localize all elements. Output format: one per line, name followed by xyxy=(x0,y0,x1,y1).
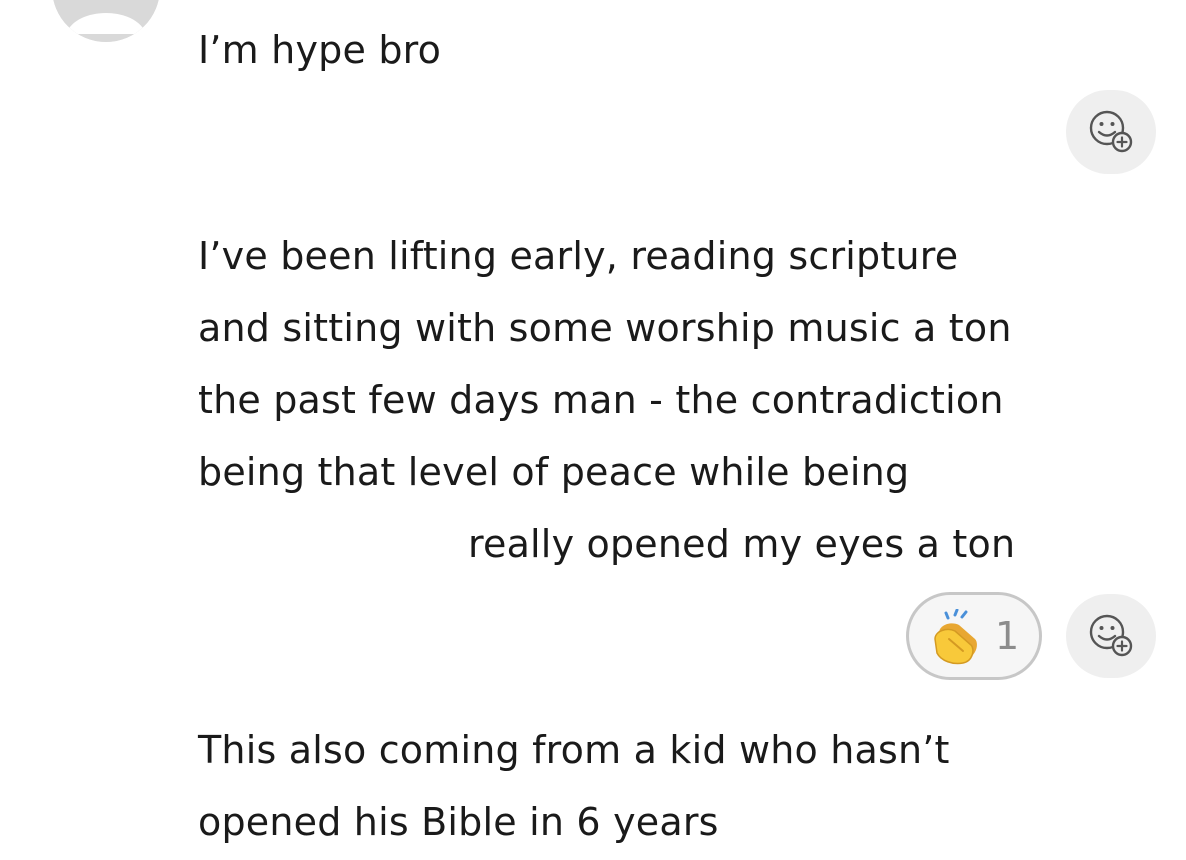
add-reaction-button[interactable] xyxy=(1066,90,1156,174)
message-line: being that level of peace while being xyxy=(198,450,910,494)
add-reaction-icon xyxy=(1089,110,1133,153)
message-line: really opened my eyes a ton xyxy=(468,522,1016,566)
message-line: opened his Bible in 6 years xyxy=(198,800,719,844)
add-reaction-button[interactable] xyxy=(1066,594,1156,678)
clapping-hands-icon xyxy=(934,609,977,665)
message-line: This also coming from a kid who hasn’t xyxy=(198,728,950,772)
message-line: the past few days man - the contradictio… xyxy=(198,378,1004,422)
message-text: I’ve been lifting early, reading scriptu… xyxy=(198,220,1158,580)
message-line: I’m hype bro xyxy=(198,28,442,72)
reaction-count: 1 xyxy=(995,614,1020,658)
reaction-pill[interactable]: 1 xyxy=(906,592,1042,680)
message-line: and sitting with some worship music a to… xyxy=(198,306,1012,350)
message-text: This also coming from a kid who hasn’t o… xyxy=(198,714,1158,858)
message-text: I’m hype bro xyxy=(198,14,1158,86)
message-line: I’ve been lifting early, reading scriptu… xyxy=(198,234,959,278)
avatar[interactable] xyxy=(52,0,160,42)
default-avatar-icon xyxy=(53,0,159,42)
add-reaction-icon xyxy=(1089,614,1133,657)
